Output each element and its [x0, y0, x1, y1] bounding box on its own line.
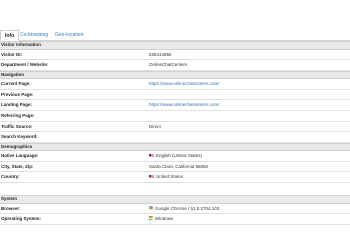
- current-page-label: Current Page:: [1, 81, 31, 87]
- native-language-label: Native Language:: [1, 153, 39, 159]
- windows-icon: [149, 216, 153, 221]
- row-operating-system: Operating System: Windows: [0, 214, 350, 225]
- os-text: Windows: [155, 216, 174, 222]
- row-landing-page: Landing Page: https://www.onlinechatcent…: [0, 100, 350, 111]
- native-language-text: English (United States): [156, 153, 203, 159]
- tab-bar: Info Co-browsing Geo-location: [0, 0, 350, 41]
- row-traffic-source: Traffic Source: Direct: [0, 122, 350, 133]
- visitor-id-label: Visitor ID:: [1, 51, 23, 57]
- row-previous-page: Previous Page:: [0, 90, 350, 101]
- country-value: United States: [149, 172, 183, 182]
- current-page-link[interactable]: https://www.onlinechatcenters.com/: [149, 79, 220, 89]
- row-visitor-id: Visitor ID: 535414856: [0, 50, 350, 61]
- os-value: Windows: [149, 214, 173, 224]
- us-flag-icon: [149, 175, 154, 179]
- city-value: Santa Clara, California 95050: [149, 163, 209, 169]
- row-referring-page: Referring Page:: [0, 111, 350, 122]
- row-country: Country: United States: [0, 172, 350, 184]
- row-current-page: Current Page: https://www.onlinechatcent…: [0, 79, 350, 90]
- visitor-id-value: 535414856: [149, 51, 172, 57]
- row-browser: Browser: Google Chrome / 51.0.2704.103: [0, 204, 350, 215]
- country-label: Country:: [1, 174, 20, 180]
- landing-page-link[interactable]: https://www.onlinechatcenters.com/: [149, 100, 220, 110]
- native-language-value: English (United States): [149, 151, 202, 161]
- browser-text: Google Chrome / 51.0.2704.103: [155, 205, 220, 211]
- landing-page-label: Landing Page:: [1, 102, 33, 108]
- browser-label: Browser:: [1, 205, 21, 211]
- section-navigation: Navigation: [0, 70, 350, 80]
- previous-page-label: Previous Page:: [1, 91, 34, 97]
- tab-co-browsing[interactable]: Co-browsing: [20, 30, 48, 40]
- search-keyword-label: Search Keyword:: [1, 134, 38, 140]
- traffic-source-value: Direct: [149, 123, 161, 129]
- row-department: Department / Website: OnlineChatCenters: [0, 60, 350, 71]
- browser-value: Google Chrome / 51.0.2704.103: [149, 204, 219, 214]
- department-label: Department / Website:: [1, 62, 49, 68]
- tab-info[interactable]: Info: [0, 30, 20, 41]
- section-visitor-information: Visitor Information: [0, 41, 350, 50]
- traffic-source-label: Traffic Source:: [1, 123, 33, 129]
- visitor-details-table: Visitor Information Visitor ID: 53541485…: [0, 41, 350, 225]
- department-value: OnlineChatCenters: [149, 62, 188, 68]
- country-text: United States: [156, 174, 184, 180]
- os-label: Operating System:: [1, 216, 42, 222]
- city-label: City, State, Zip:: [1, 163, 34, 169]
- section-demographics: Demographics: [0, 142, 350, 152]
- us-flag-icon: [149, 153, 154, 158]
- chrome-icon: [149, 205, 153, 210]
- row-search-keyword: Search Keyword:: [0, 132, 350, 143]
- section-system: System: [0, 195, 350, 204]
- row-city-state-zip: City, State, Zip: Santa Clara, Californi…: [0, 162, 350, 173]
- referring-page-label: Referring Page:: [1, 112, 35, 118]
- row-native-language: Native Language: English (United States): [0, 151, 350, 162]
- tab-geo-location[interactable]: Geo-location: [55, 30, 83, 40]
